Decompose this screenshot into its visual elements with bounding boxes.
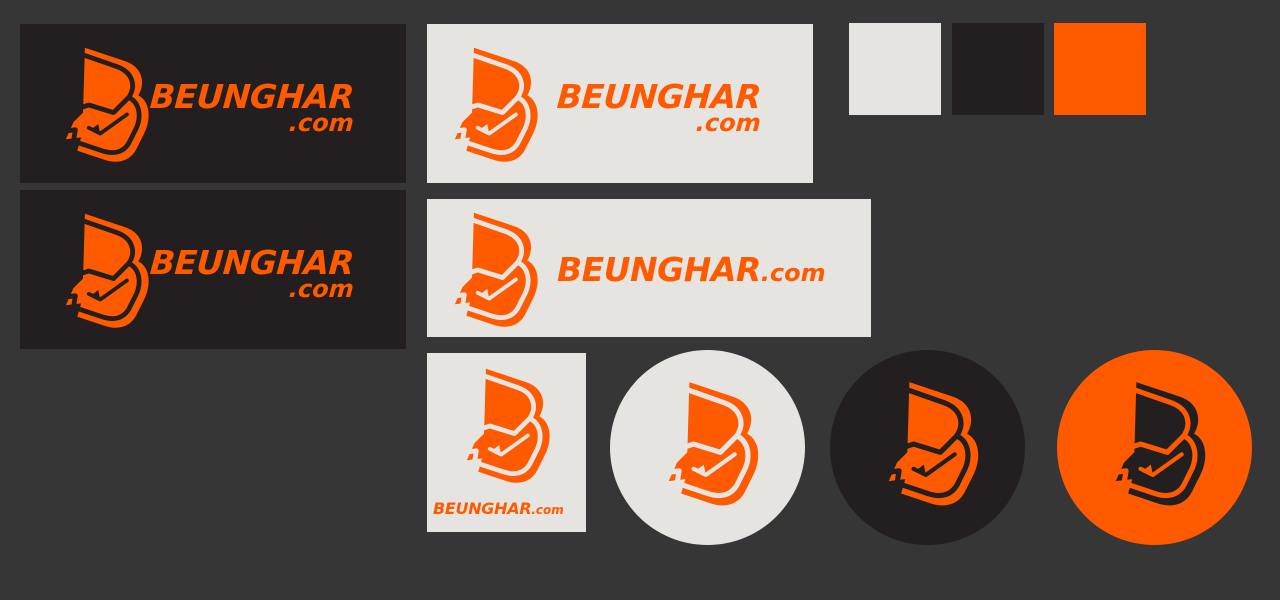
color-swatch-orange	[1054, 23, 1146, 115]
brand-name: BEUNGHAR	[433, 499, 532, 518]
b-letter-logo-icon	[445, 42, 541, 166]
b-letter-logo-icon	[457, 363, 553, 487]
b-letter-logo-icon	[878, 376, 982, 510]
wordmark: BEUNGHAR .com	[149, 243, 355, 303]
b-letter-logo-icon	[56, 42, 152, 166]
brand-domain: .com	[694, 109, 762, 137]
color-swatch-dark	[952, 23, 1044, 115]
brand-domain: .com	[760, 259, 826, 287]
brand-domain: .com	[531, 503, 564, 517]
b-letter-logo-icon	[1105, 376, 1209, 510]
brand-domain: .com	[287, 109, 355, 137]
wordmark: BEUNGHAR .com	[149, 77, 355, 137]
logo-badge-dark-circle	[830, 350, 1025, 545]
logo-card-dark-stacked-1: BEUNGHAR .com	[20, 24, 406, 183]
wordmark-small: BEUNGHAR.com	[433, 499, 564, 518]
color-swatch-light	[849, 23, 941, 115]
logo-card-dark-stacked-2: BEUNGHAR .com	[20, 190, 406, 349]
wordmark: BEUNGHAR .com	[556, 77, 762, 137]
b-letter-logo-icon	[445, 207, 541, 331]
logo-card-light-horizontal: BEUNGHAR.com	[427, 199, 871, 337]
logo-badge-light-circle	[610, 350, 805, 545]
logo-card-light-stacked: BEUNGHAR .com	[427, 24, 813, 183]
brand-domain: .com	[287, 275, 355, 303]
b-letter-logo-icon	[658, 376, 762, 510]
logo-badge-orange-circle	[1057, 350, 1252, 545]
logo-card-light-square: BEUNGHAR.com	[427, 353, 586, 532]
wordmark-inline: BEUNGHAR.com	[557, 250, 826, 289]
b-letter-logo-icon	[56, 208, 152, 332]
brand-name: BEUNGHAR	[557, 250, 761, 289]
